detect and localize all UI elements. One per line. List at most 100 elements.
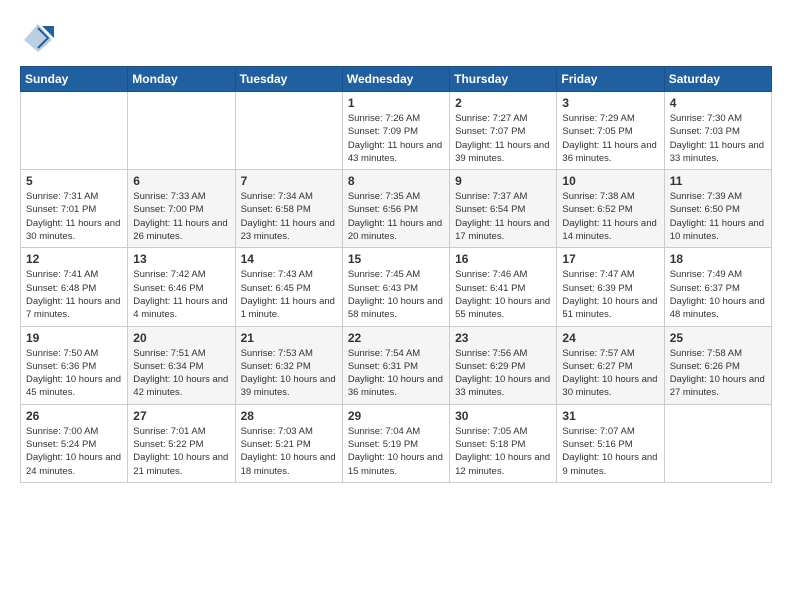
- calendar-cell: 28 Sunrise: 7:03 AMSunset: 5:21 PMDayligh…: [235, 404, 342, 482]
- day-info: Sunrise: 7:05 AMSunset: 5:18 PMDaylight:…: [455, 425, 551, 478]
- day-number: 25: [670, 331, 766, 345]
- calendar-week-4: 19 Sunrise: 7:50 AMSunset: 6:36 PMDayligh…: [21, 326, 772, 404]
- calendar-cell: 22 Sunrise: 7:54 AMSunset: 6:31 PMDayligh…: [342, 326, 449, 404]
- day-info: Sunrise: 7:00 AMSunset: 5:24 PMDaylight:…: [26, 425, 122, 478]
- calendar-cell: 1 Sunrise: 7:26 AMSunset: 7:09 PMDaylight…: [342, 92, 449, 170]
- day-info: Sunrise: 7:45 AMSunset: 6:43 PMDaylight:…: [348, 268, 444, 321]
- day-info: Sunrise: 7:56 AMSunset: 6:29 PMDaylight:…: [455, 347, 551, 400]
- day-number: 23: [455, 331, 551, 345]
- day-info: Sunrise: 7:34 AMSunset: 6:58 PMDaylight:…: [241, 190, 337, 243]
- calendar-cell: 24 Sunrise: 7:57 AMSunset: 6:27 PMDayligh…: [557, 326, 664, 404]
- day-number: 15: [348, 252, 444, 266]
- calendar-cell: 30 Sunrise: 7:05 AMSunset: 5:18 PMDayligh…: [450, 404, 557, 482]
- day-info: Sunrise: 7:31 AMSunset: 7:01 PMDaylight:…: [26, 190, 122, 243]
- calendar-cell: 13Sunrise: 7:42 AMSunset: 6:46 PMDayligh…: [128, 248, 235, 326]
- day-number: 7: [241, 174, 337, 188]
- calendar-week-5: 26 Sunrise: 7:00 AMSunset: 5:24 PMDayligh…: [21, 404, 772, 482]
- logo-icon: [20, 20, 56, 56]
- day-info: Sunrise: 7:47 AMSunset: 6:39 PMDaylight:…: [562, 268, 658, 321]
- day-number: 10: [562, 174, 658, 188]
- calendar-week-1: 1 Sunrise: 7:26 AMSunset: 7:09 PMDaylight…: [21, 92, 772, 170]
- day-number: 2: [455, 96, 551, 110]
- weekday-header-row: SundayMondayTuesdayWednesdayThursdayFrid…: [21, 67, 772, 92]
- calendar-cell: 6Sunrise: 7:33 AMSunset: 7:00 PMDaylight…: [128, 170, 235, 248]
- day-info: Sunrise: 7:43 AMSunset: 6:45 PMDaylight:…: [241, 268, 337, 321]
- day-info: Sunrise: 7:50 AMSunset: 6:36 PMDaylight:…: [26, 347, 122, 400]
- calendar-cell: [664, 404, 771, 482]
- weekday-header-wednesday: Wednesday: [342, 67, 449, 92]
- day-info: Sunrise: 7:54 AMSunset: 6:31 PMDaylight:…: [348, 347, 444, 400]
- calendar-week-3: 12 Sunrise: 7:41 AMSunset: 6:48 PMDayligh…: [21, 248, 772, 326]
- day-number: 26: [26, 409, 122, 423]
- calendar-cell: 3 Sunrise: 7:29 AMSunset: 7:05 PMDaylight…: [557, 92, 664, 170]
- calendar-cell: 5 Sunrise: 7:31 AMSunset: 7:01 PMDaylight…: [21, 170, 128, 248]
- page-header: [20, 20, 772, 56]
- calendar-cell: [235, 92, 342, 170]
- day-info: Sunrise: 7:38 AMSunset: 6:52 PMDaylight:…: [562, 190, 658, 243]
- day-number: 9: [455, 174, 551, 188]
- day-number: 21: [241, 331, 337, 345]
- day-number: 20: [133, 331, 229, 345]
- day-number: 30: [455, 409, 551, 423]
- calendar-cell: 17 Sunrise: 7:47 AMSunset: 6:39 PMDayligh…: [557, 248, 664, 326]
- day-number: 12: [26, 252, 122, 266]
- day-info: Sunrise: 7:03 AMSunset: 5:21 PMDaylight:…: [241, 425, 337, 478]
- day-info: Sunrise: 7:35 AMSunset: 6:56 PMDaylight:…: [348, 190, 444, 243]
- day-info: Sunrise: 7:26 AMSunset: 7:09 PMDaylight:…: [348, 112, 444, 165]
- calendar-cell: 9 Sunrise: 7:37 AMSunset: 6:54 PMDaylight…: [450, 170, 557, 248]
- calendar-cell: 27Sunrise: 7:01 AMSunset: 5:22 PMDayligh…: [128, 404, 235, 482]
- weekday-header-thursday: Thursday: [450, 67, 557, 92]
- day-info: Sunrise: 7:49 AMSunset: 6:37 PMDaylight:…: [670, 268, 766, 321]
- day-number: 19: [26, 331, 122, 345]
- calendar-cell: 14 Sunrise: 7:43 AMSunset: 6:45 PMDayligh…: [235, 248, 342, 326]
- weekday-header-tuesday: Tuesday: [235, 67, 342, 92]
- calendar-cell: 25 Sunrise: 7:58 AMSunset: 6:26 PMDayligh…: [664, 326, 771, 404]
- day-info: Sunrise: 7:37 AMSunset: 6:54 PMDaylight:…: [455, 190, 551, 243]
- calendar-week-2: 5 Sunrise: 7:31 AMSunset: 7:01 PMDaylight…: [21, 170, 772, 248]
- day-info: Sunrise: 7:39 AMSunset: 6:50 PMDaylight:…: [670, 190, 766, 243]
- calendar-cell: 26 Sunrise: 7:00 AMSunset: 5:24 PMDayligh…: [21, 404, 128, 482]
- day-number: 29: [348, 409, 444, 423]
- day-info: Sunrise: 7:30 AMSunset: 7:03 PMDaylight:…: [670, 112, 766, 165]
- weekday-header-monday: Monday: [128, 67, 235, 92]
- calendar-cell: [128, 92, 235, 170]
- calendar-cell: 11 Sunrise: 7:39 AMSunset: 6:50 PMDayligh…: [664, 170, 771, 248]
- calendar-cell: 8 Sunrise: 7:35 AMSunset: 6:56 PMDaylight…: [342, 170, 449, 248]
- day-number: 4: [670, 96, 766, 110]
- day-info: Sunrise: 7:07 AMSunset: 5:16 PMDaylight:…: [562, 425, 658, 478]
- day-info: Sunrise: 7:57 AMSunset: 6:27 PMDaylight:…: [562, 347, 658, 400]
- day-number: 11: [670, 174, 766, 188]
- day-info: Sunrise: 7:58 AMSunset: 6:26 PMDaylight:…: [670, 347, 766, 400]
- calendar-cell: 2Sunrise: 7:27 AMSunset: 7:07 PMDaylight…: [450, 92, 557, 170]
- day-info: Sunrise: 7:04 AMSunset: 5:19 PMDaylight:…: [348, 425, 444, 478]
- calendar-cell: 20 Sunrise: 7:51 AMSunset: 6:34 PMDayligh…: [128, 326, 235, 404]
- day-info: Sunrise: 7:29 AMSunset: 7:05 PMDaylight:…: [562, 112, 658, 165]
- logo: [20, 20, 62, 56]
- calendar-cell: 21 Sunrise: 7:53 AMSunset: 6:32 PMDayligh…: [235, 326, 342, 404]
- day-number: 24: [562, 331, 658, 345]
- calendar-cell: 16Sunrise: 7:46 AMSunset: 6:41 PMDayligh…: [450, 248, 557, 326]
- day-number: 14: [241, 252, 337, 266]
- day-info: Sunrise: 7:53 AMSunset: 6:32 PMDaylight:…: [241, 347, 337, 400]
- day-number: 5: [26, 174, 122, 188]
- day-number: 1: [348, 96, 444, 110]
- day-info: Sunrise: 7:33 AMSunset: 7:00 PMDaylight:…: [133, 190, 229, 243]
- day-info: Sunrise: 7:46 AMSunset: 6:41 PMDaylight:…: [455, 268, 551, 321]
- day-number: 8: [348, 174, 444, 188]
- calendar-cell: 29 Sunrise: 7:04 AMSunset: 5:19 PMDayligh…: [342, 404, 449, 482]
- day-number: 28: [241, 409, 337, 423]
- calendar-cell: 19 Sunrise: 7:50 AMSunset: 6:36 PMDayligh…: [21, 326, 128, 404]
- calendar-cell: 10 Sunrise: 7:38 AMSunset: 6:52 PMDayligh…: [557, 170, 664, 248]
- day-number: 18: [670, 252, 766, 266]
- day-info: Sunrise: 7:51 AMSunset: 6:34 PMDaylight:…: [133, 347, 229, 400]
- calendar-cell: 15 Sunrise: 7:45 AMSunset: 6:43 PMDayligh…: [342, 248, 449, 326]
- day-number: 27: [133, 409, 229, 423]
- day-info: Sunrise: 7:41 AMSunset: 6:48 PMDaylight:…: [26, 268, 122, 321]
- calendar-cell: 12 Sunrise: 7:41 AMSunset: 6:48 PMDayligh…: [21, 248, 128, 326]
- day-number: 13: [133, 252, 229, 266]
- calendar-cell: 31Sunrise: 7:07 AMSunset: 5:16 PMDayligh…: [557, 404, 664, 482]
- calendar-table: SundayMondayTuesdayWednesdayThursdayFrid…: [20, 66, 772, 483]
- day-number: 3: [562, 96, 658, 110]
- day-number: 22: [348, 331, 444, 345]
- day-number: 17: [562, 252, 658, 266]
